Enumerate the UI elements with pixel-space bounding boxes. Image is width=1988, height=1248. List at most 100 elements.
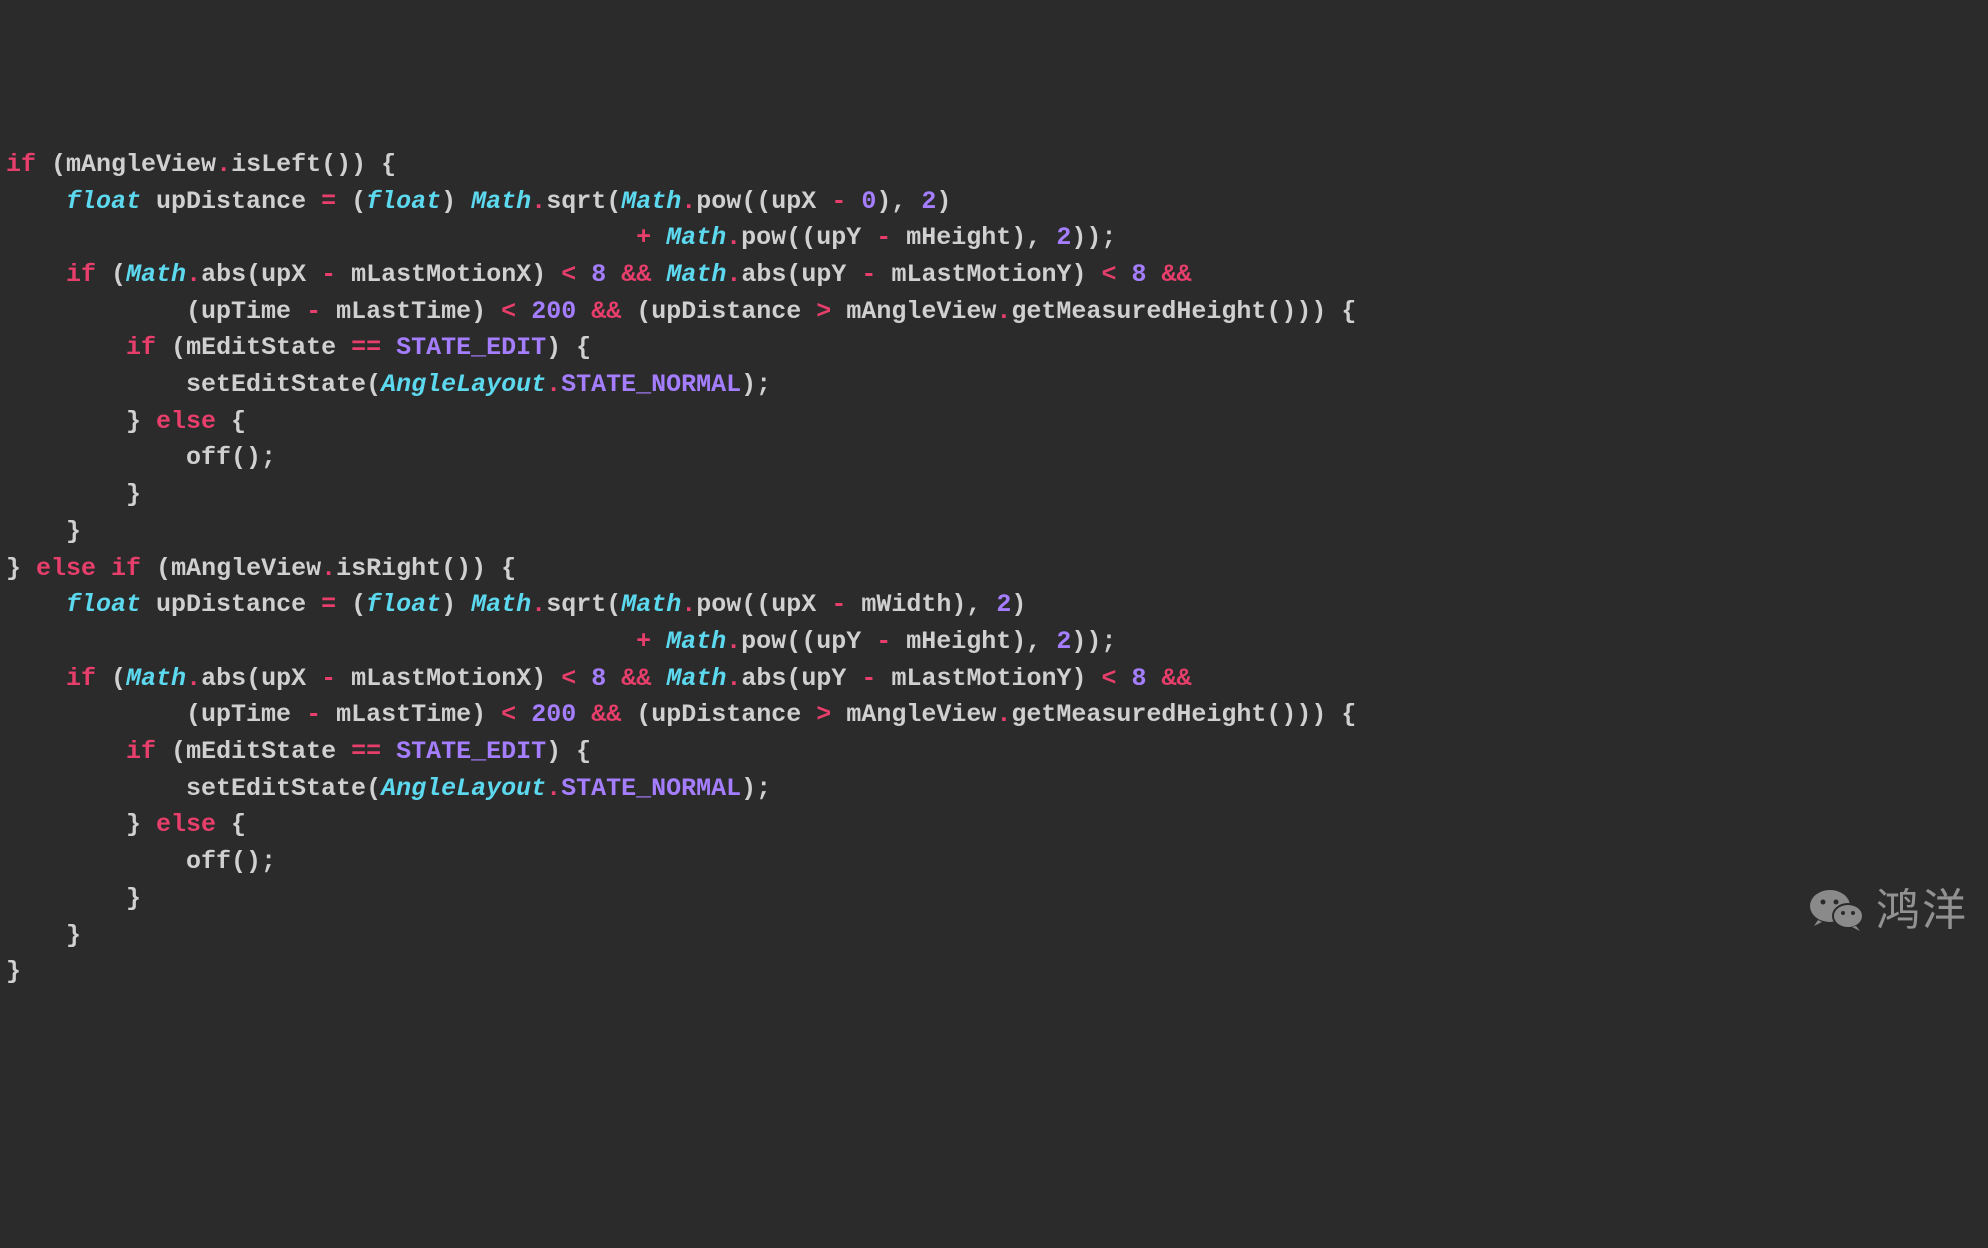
code-token: 0: [861, 187, 876, 216]
code-token: off: [186, 847, 231, 876]
code-line[interactable]: off();: [6, 844, 1988, 881]
code-token: [306, 590, 321, 619]
code-line[interactable]: float upDistance = (float) Math.sqrt(Mat…: [6, 587, 1988, 624]
code-line[interactable]: } else {: [6, 404, 1988, 441]
code-line[interactable]: float upDistance = (float) Math.sqrt(Mat…: [6, 184, 1988, 221]
code-token: [291, 700, 306, 729]
code-token: [1147, 260, 1162, 289]
code-token: -: [306, 700, 321, 729]
code-token: (: [156, 333, 186, 362]
code-token: [6, 664, 66, 693]
code-token: (: [6, 700, 201, 729]
code-line[interactable]: + Math.pow((upY - mHeight), 2));: [6, 220, 1988, 257]
code-token: if: [66, 260, 96, 289]
code-token: &&: [621, 664, 651, 693]
code-token: isLeft: [231, 150, 321, 179]
code-token: Math: [471, 590, 531, 619]
code-token: ==: [351, 333, 381, 362]
code-line[interactable]: (upTime - mLastTime) < 200 && (upDistanc…: [6, 294, 1988, 331]
code-token: [306, 187, 321, 216]
code-token: [576, 260, 591, 289]
code-token: if: [66, 664, 96, 693]
code-token: [651, 627, 666, 656]
code-token: upDistance: [651, 297, 801, 326]
code-token: Math: [621, 590, 681, 619]
code-token: [306, 664, 321, 693]
code-token: [651, 664, 666, 693]
code-token: ): [1011, 590, 1026, 619]
code-line[interactable]: } else {: [6, 807, 1988, 844]
code-token: ): [531, 664, 561, 693]
code-token: [336, 737, 351, 766]
code-line[interactable]: }: [6, 918, 1988, 955]
code-token: [576, 664, 591, 693]
code-token: .: [546, 370, 561, 399]
code-token: [6, 443, 186, 472]
code-token: [891, 627, 906, 656]
code-token: mLastMotionY: [891, 664, 1071, 693]
code-line[interactable]: }: [6, 881, 1988, 918]
code-token: upDistance: [156, 187, 306, 216]
code-token: -: [306, 297, 321, 326]
code-token: [516, 700, 531, 729]
code-token: float: [66, 590, 141, 619]
code-line[interactable]: if (mEditState == STATE_EDIT) {: [6, 734, 1988, 771]
code-line[interactable]: if (Math.abs(upX - mLastMotionX) < 8 && …: [6, 257, 1988, 294]
code-token: [6, 370, 186, 399]
code-token: ): [471, 700, 501, 729]
code-token: if: [126, 737, 156, 766]
code-token: Math: [126, 260, 186, 289]
code-token: Math: [666, 664, 726, 693]
code-token: ),: [1011, 627, 1056, 656]
code-token: .: [726, 260, 741, 289]
code-token: ): [1071, 664, 1101, 693]
code-token: Math: [666, 223, 726, 252]
code-token: [651, 223, 666, 252]
code-token: abs: [741, 664, 786, 693]
code-line[interactable]: if (mEditState == STATE_EDIT) {: [6, 330, 1988, 367]
code-token: ),: [876, 187, 921, 216]
code-token: (: [141, 554, 171, 583]
code-token: mAngleView: [66, 150, 216, 179]
code-token: [876, 664, 891, 693]
code-token: ): [441, 187, 471, 216]
code-token: 2: [1056, 627, 1071, 656]
code-token: [1147, 664, 1162, 693]
code-line[interactable]: }: [6, 477, 1988, 514]
code-line[interactable]: setEditState(AngleLayout.STATE_NORMAL);: [6, 367, 1988, 404]
code-token: Math: [126, 664, 186, 693]
code-line[interactable]: (upTime - mLastTime) < 200 && (upDistanc…: [6, 697, 1988, 734]
code-line[interactable]: off();: [6, 440, 1988, 477]
code-token: Math: [621, 187, 681, 216]
code-line[interactable]: } else if (mAngleView.isRight()) {: [6, 551, 1988, 588]
code-token: }: [6, 921, 81, 950]
code-token: upDistance: [651, 700, 801, 729]
code-token: ();: [231, 847, 276, 876]
code-line[interactable]: if (mAngleView.isLeft()) {: [6, 147, 1988, 184]
code-line[interactable]: }: [6, 954, 1988, 991]
code-token: upY: [816, 223, 861, 252]
code-line[interactable]: setEditState(AngleLayout.STATE_NORMAL);: [6, 771, 1988, 808]
code-token: -: [876, 223, 891, 252]
code-token: mLastTime: [336, 700, 471, 729]
code-token: );: [741, 774, 771, 803]
code-token: [6, 187, 66, 216]
code-token: ((: [741, 590, 771, 619]
code-token: 8: [591, 664, 606, 693]
code-line[interactable]: if (Math.abs(upX - mLastMotionX) < 8 && …: [6, 661, 1988, 698]
code-token: pow: [741, 627, 786, 656]
code-token: .: [726, 664, 741, 693]
code-token: [801, 297, 816, 326]
code-token: [576, 297, 591, 326]
code-token: (: [336, 590, 366, 619]
code-editor-viewport[interactable]: if (mAngleView.isLeft()) { float upDista…: [0, 147, 1988, 991]
code-token: mEditState: [186, 333, 336, 362]
code-token: &&: [1162, 664, 1192, 693]
code-token: {: [216, 810, 246, 839]
code-token: <: [561, 664, 576, 693]
code-line[interactable]: }: [6, 514, 1988, 551]
code-token: else if: [36, 554, 141, 583]
code-token: else: [156, 407, 216, 436]
code-token: mLastMotionX: [351, 260, 531, 289]
code-line[interactable]: + Math.pow((upY - mHeight), 2));: [6, 624, 1988, 661]
